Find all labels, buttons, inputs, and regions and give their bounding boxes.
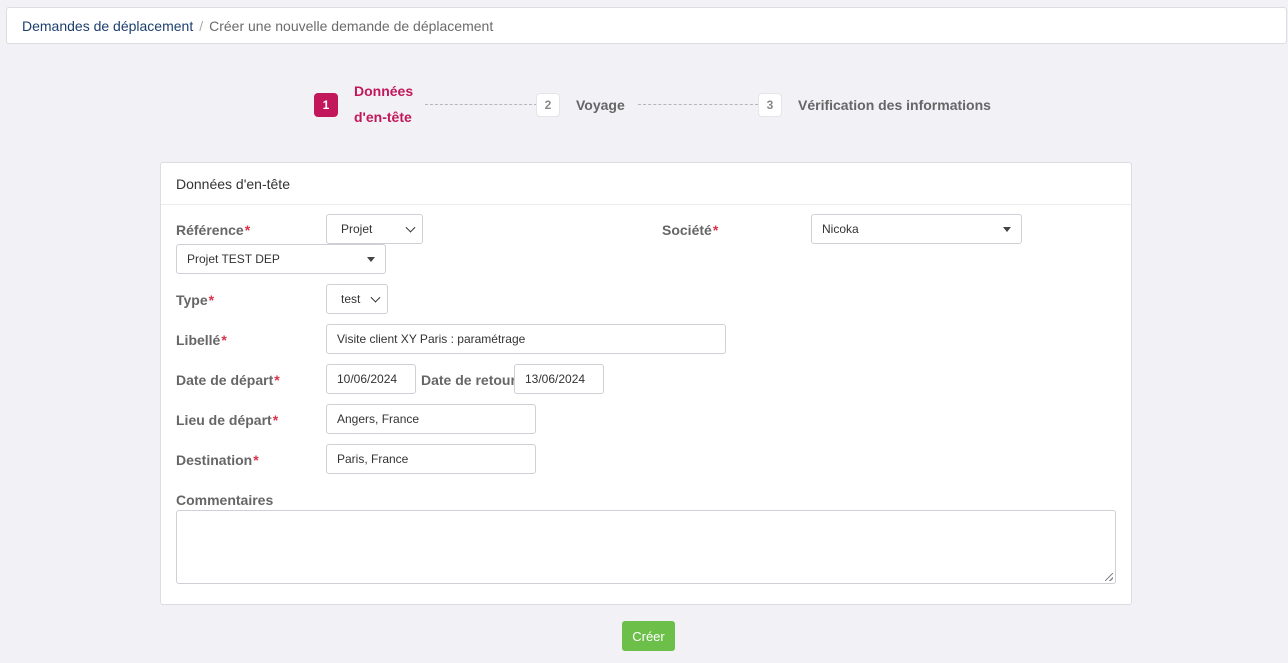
step-3-number[interactable]: 3	[758, 93, 782, 117]
required-mark: *	[221, 332, 227, 348]
destination-input[interactable]: Paris, France	[326, 444, 536, 474]
step-1-label-line2: d'en-tête	[354, 109, 412, 125]
libelle-label: Libellé*	[176, 332, 227, 348]
lieu-depart-label: Lieu de départ*	[176, 412, 279, 428]
societe-label: Société*	[662, 222, 719, 238]
step-1-label[interactable]: Données d'en-tête	[354, 78, 413, 130]
date-depart-label: Date de départ*	[176, 372, 280, 388]
type-select[interactable]: test	[326, 284, 388, 314]
destination-label: Destination*	[176, 452, 259, 468]
breadcrumb-separator: /	[199, 17, 204, 34]
required-mark: *	[253, 452, 259, 468]
caret-down-icon	[1003, 227, 1011, 232]
step-3-label[interactable]: Vérification des informations	[798, 97, 991, 113]
type-label: Type*	[176, 292, 215, 308]
date-retour-label: Date de retour	[421, 372, 516, 388]
step-connector-1	[425, 104, 537, 105]
date-depart-input[interactable]: 10/06/2024	[326, 364, 416, 394]
date-retour-input[interactable]: 13/06/2024	[514, 364, 604, 394]
step-2-number[interactable]: 2	[536, 93, 560, 117]
required-mark: *	[272, 412, 279, 428]
required-mark: *	[208, 292, 215, 308]
breadcrumb: Demandes de déplacement / Créer une nouv…	[6, 7, 1287, 44]
step-1-number[interactable]: 1	[314, 93, 338, 117]
commentaires-label: Commentaires	[176, 492, 274, 508]
required-mark: *	[712, 222, 719, 238]
create-button[interactable]: Créer	[622, 621, 675, 651]
chevron-down-icon	[370, 292, 381, 303]
required-mark: *	[274, 372, 280, 388]
lieu-depart-input[interactable]: Angers, France	[326, 404, 536, 434]
project-select[interactable]: Projet TEST DEP	[176, 244, 386, 274]
step-2-label[interactable]: Voyage	[576, 97, 625, 113]
step-connector-2	[638, 104, 758, 105]
chevron-down-icon	[405, 222, 416, 233]
commentaires-textarea[interactable]	[176, 510, 1116, 584]
breadcrumb-current: Créer une nouvelle demande de déplacemen…	[209, 17, 494, 34]
libelle-input[interactable]: Visite client XY Paris : paramétrage	[326, 324, 726, 354]
panel-title: Données d'en-tête	[161, 163, 1131, 205]
required-mark: *	[244, 222, 251, 238]
step-1-label-line1: Données	[354, 83, 414, 99]
caret-down-icon	[367, 257, 375, 262]
societe-select[interactable]: Nicoka	[811, 214, 1022, 244]
reference-label: Référence*	[176, 222, 251, 238]
resize-grip-icon[interactable]	[1105, 573, 1113, 581]
breadcrumb-link-travel-requests[interactable]: Demandes de déplacement	[22, 18, 193, 34]
reference-type-select[interactable]: Projet	[326, 214, 423, 244]
header-data-panel: Données d'en-tête Référence* Projet Proj…	[160, 162, 1132, 605]
